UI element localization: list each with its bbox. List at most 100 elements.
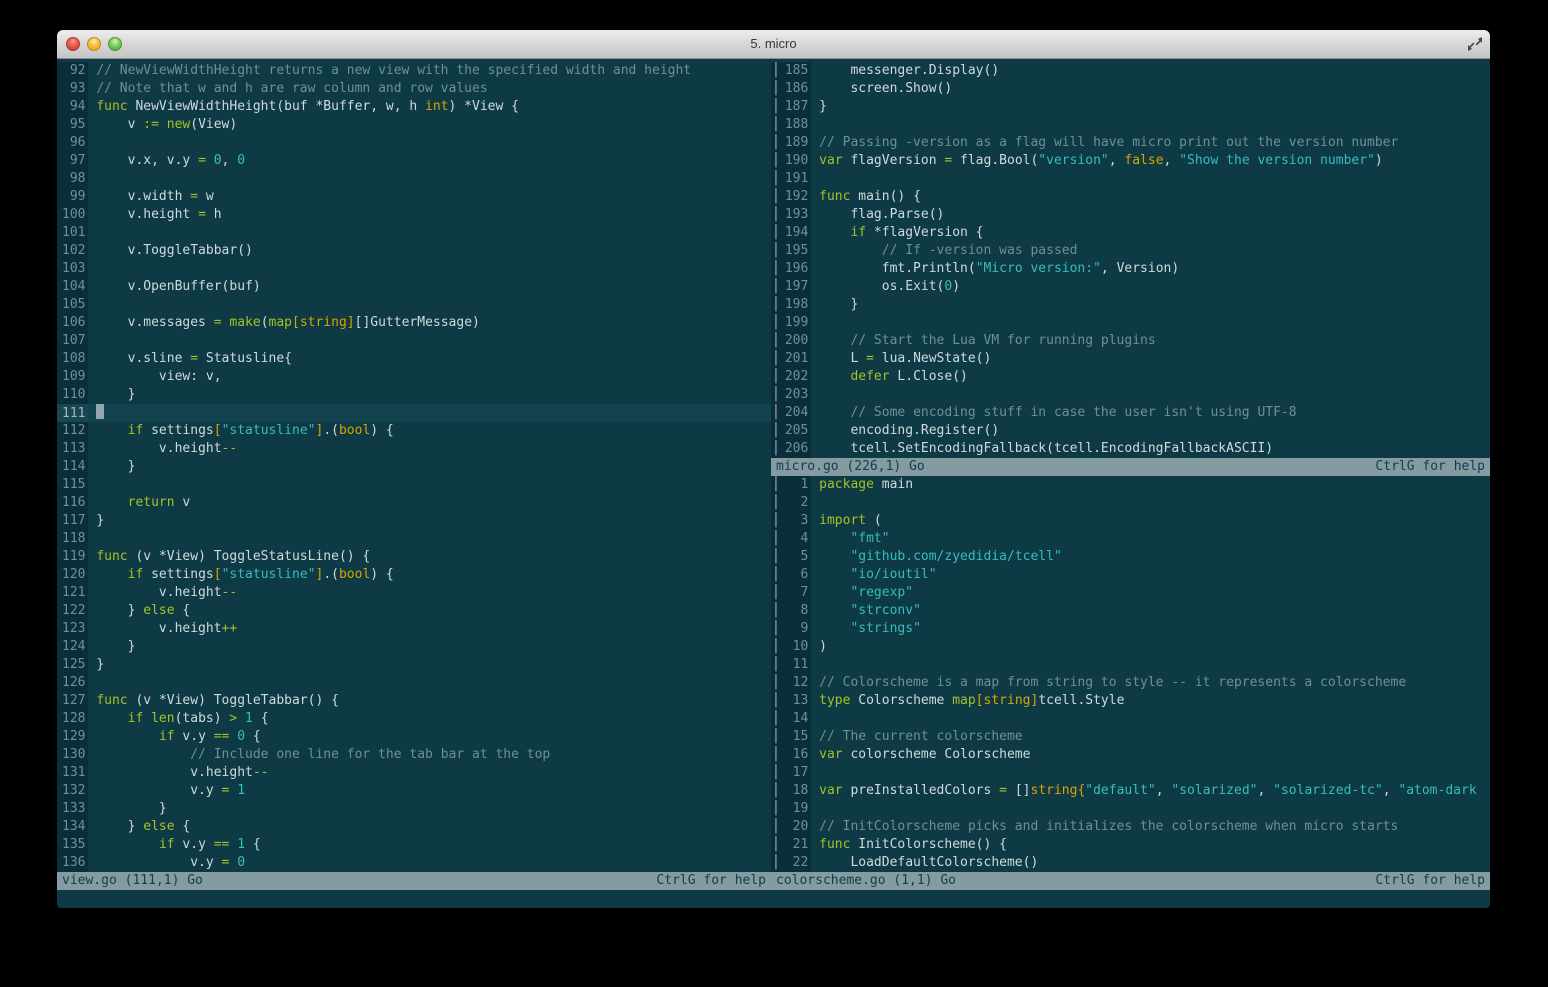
code-line-202[interactable]: │ 202 defer L.Close() [771,368,1490,386]
code-line-191[interactable]: │ 191 [771,170,1490,188]
code-line-189[interactable]: │ 189 // Passing -version as a flag will … [771,134,1490,152]
code-line-10[interactable]: │ 10 ) [771,638,1490,656]
code-line-12[interactable]: │ 12 // Colorscheme is a map from string… [771,674,1490,692]
code-line-16[interactable]: │ 16 var colorscheme Colorscheme [771,746,1490,764]
code-line-204[interactable]: │ 204 // Some encoding stuff in case the … [771,404,1490,422]
code-line-7[interactable]: │ 7 "regexp" [771,584,1490,602]
code-line-129[interactable]: 129 if v.y == 0 { [57,728,771,746]
code-line-186[interactable]: │ 186 screen.Show() [771,80,1490,98]
code-line-104[interactable]: 104 v.OpenBuffer(buf) [57,278,771,296]
pane-colorscheme-go[interactable]: │ 1 package main │ 2 │ 3 import (│ 4 "fmt… [771,476,1490,872]
code-line-1[interactable]: │ 1 package main [771,476,1490,494]
code-line-203[interactable]: │ 203 [771,386,1490,404]
command-line[interactable] [57,890,1490,908]
code-line-187[interactable]: │ 187 } [771,98,1490,116]
pane-micro-go[interactable]: │ 185 messenger.Display() │ 186 screen.Show… [771,62,1490,458]
code-line-100[interactable]: 100 v.height = h [57,206,771,224]
line-number: 102 [57,242,89,260]
code-line-123[interactable]: 123 v.height++ [57,620,771,638]
code-line-135[interactable]: 135 if v.y == 1 { [57,836,771,854]
line-number: 205 [779,422,812,440]
code-line-20[interactable]: │ 20 // InitColorscheme picks and initia… [771,818,1490,836]
code-line-113[interactable]: 113 v.height-- [57,440,771,458]
code-line-101[interactable]: 101 [57,224,771,242]
code-line-108[interactable]: 108 v.sline = Statusline{ [57,350,771,368]
code-line-133[interactable]: 133 } [57,800,771,818]
code-line-122[interactable]: 122 } else { [57,602,771,620]
code-line-2[interactable]: │ 2 [771,494,1490,512]
code-line-199[interactable]: │ 199 [771,314,1490,332]
code-line-18[interactable]: │ 18 var preInstalledColors = []string{"… [771,782,1490,800]
code-line-8[interactable]: │ 8 "strconv" [771,602,1490,620]
code-line-9[interactable]: │ 9 "strings" [771,620,1490,638]
code-line-21[interactable]: │ 21 func InitColorscheme() { [771,836,1490,854]
code-line-98[interactable]: 98 [57,170,771,188]
code-line-200[interactable]: │ 200 // Start the Lua VM for running plu… [771,332,1490,350]
code-line-117[interactable]: 117 } [57,512,771,530]
code-line-17[interactable]: │ 17 [771,764,1490,782]
code-line-4[interactable]: │ 4 "fmt" [771,530,1490,548]
code-line-196[interactable]: │ 196 fmt.Println("Micro version:", Versi… [771,260,1490,278]
line-number: 10 [779,638,812,656]
code-line-96[interactable]: 96 [57,134,771,152]
code-line-193[interactable]: │ 193 flag.Parse() [771,206,1490,224]
code-line-126[interactable]: 126 [57,674,771,692]
code-line-185[interactable]: │ 185 messenger.Display() [771,62,1490,80]
code-line-3[interactable]: │ 3 import ( [771,512,1490,530]
code-line-131[interactable]: 131 v.height-- [57,764,771,782]
code-line-115[interactable]: 115 [57,476,771,494]
code-line-116[interactable]: 116 return v [57,494,771,512]
window-titlebar[interactable]: 5. micro [57,30,1490,59]
code-line-92[interactable]: 92 // NewViewWidthHeight returns a new v… [57,62,771,80]
resize-diagonal-icon[interactable] [1466,35,1484,53]
code-line-109[interactable]: 109 view: v, [57,368,771,386]
code-line-95[interactable]: 95 v := new(View) [57,116,771,134]
code-line-136[interactable]: 136 v.y = 0 [57,854,771,872]
code-line-121[interactable]: 121 v.height-- [57,584,771,602]
code-line-102[interactable]: 102 v.ToggleTabbar() [57,242,771,260]
code-line-194[interactable]: │ 194 if *flagVersion { [771,224,1490,242]
code-line-201[interactable]: │ 201 L = lua.NewState() [771,350,1490,368]
code-line-110[interactable]: 110 } [57,386,771,404]
code-line-190[interactable]: │ 190 var flagVersion = flag.Bool("versio… [771,152,1490,170]
code-line-132[interactable]: 132 v.y = 1 [57,782,771,800]
code-line-22[interactable]: │ 22 LoadDefaultColorscheme() [771,854,1490,872]
code-line-125[interactable]: 125 } [57,656,771,674]
code-line-99[interactable]: 99 v.width = w [57,188,771,206]
code-line-192[interactable]: │ 192 func main() { [771,188,1490,206]
code-line-198[interactable]: │ 198 } [771,296,1490,314]
code-line-107[interactable]: 107 [57,332,771,350]
code-line-94[interactable]: 94 func NewViewWidthHeight(buf *Buffer, … [57,98,771,116]
code-line-15[interactable]: │ 15 // The current colorscheme [771,728,1490,746]
line-number: 188 [779,116,812,134]
code-line-111[interactable]: 111 [57,404,771,422]
code-line-97[interactable]: 97 v.x, v.y = 0, 0 [57,152,771,170]
code-line-128[interactable]: 128 if len(tabs) > 1 { [57,710,771,728]
code-line-124[interactable]: 124 } [57,638,771,656]
code-line-188[interactable]: │ 188 [771,116,1490,134]
code-line-14[interactable]: │ 14 [771,710,1490,728]
code-line-103[interactable]: 103 [57,260,771,278]
code-line-5[interactable]: │ 5 "github.com/zyedidia/tcell" [771,548,1490,566]
pane-divider: │ [771,854,780,872]
code-line-195[interactable]: │ 195 // If -version was passed [771,242,1490,260]
code-line-134[interactable]: 134 } else { [57,818,771,836]
code-line-106[interactable]: 106 v.messages = make(map[string][]Gutte… [57,314,771,332]
code-line-112[interactable]: 112 if settings["statusline"].(bool) { [57,422,771,440]
code-line-114[interactable]: 114 } [57,458,771,476]
pane-view-go[interactable]: 92 // NewViewWidthHeight returns a new v… [57,62,771,872]
code-line-11[interactable]: │ 11 [771,656,1490,674]
code-line-205[interactable]: │ 205 encoding.Register() [771,422,1490,440]
code-line-206[interactable]: │ 206 tcell.SetEncodingFallback(tcell.Enc… [771,440,1490,458]
code-line-119[interactable]: 119 func (v *View) ToggleStatusLine() { [57,548,771,566]
code-line-93[interactable]: 93 // Note that w and h are raw column a… [57,80,771,98]
code-line-6[interactable]: │ 6 "io/ioutil" [771,566,1490,584]
code-line-105[interactable]: 105 [57,296,771,314]
code-line-127[interactable]: 127 func (v *View) ToggleTabbar() { [57,692,771,710]
code-line-197[interactable]: │ 197 os.Exit(0) [771,278,1490,296]
code-line-118[interactable]: 118 [57,530,771,548]
code-line-19[interactable]: │ 19 [771,800,1490,818]
code-line-130[interactable]: 130 // Include one line for the tab bar … [57,746,771,764]
code-line-120[interactable]: 120 if settings["statusline"].(bool) { [57,566,771,584]
code-line-13[interactable]: │ 13 type Colorscheme map[string]tcell.S… [771,692,1490,710]
